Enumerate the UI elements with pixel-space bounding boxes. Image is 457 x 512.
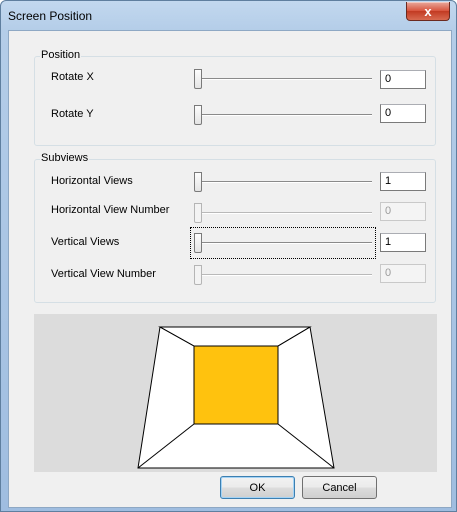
position-group-title: Position — [40, 49, 82, 61]
horizontal-views-label: Horizontal Views — [51, 175, 133, 187]
ok-button[interactable]: OK — [220, 476, 295, 499]
window-title: Screen Position — [8, 9, 93, 23]
horizontal-view-number-input: 0 — [380, 202, 426, 221]
slider-thumb — [194, 203, 202, 223]
close-button[interactable]: x — [406, 2, 450, 21]
slider-track — [194, 242, 372, 244]
rotate-x-input[interactable]: 0 — [380, 70, 426, 89]
rotate-x-slider[interactable] — [194, 67, 372, 91]
vertical-views-label: Vertical Views — [51, 236, 120, 248]
slider-track — [194, 114, 372, 116]
close-icon: x — [424, 3, 432, 19]
screen-rectangle — [193, 345, 279, 425]
horizontal-views-input[interactable]: 1 — [380, 172, 426, 191]
slider-track — [194, 181, 372, 183]
horizontal-view-number-label: Horizontal View Number — [51, 204, 170, 216]
horizontal-view-number-slider — [194, 201, 372, 225]
rotate-x-label: Rotate X — [51, 71, 94, 83]
slider-track — [194, 212, 372, 214]
slider-thumb[interactable] — [194, 233, 202, 253]
slider-thumb[interactable] — [194, 172, 202, 192]
dialog-client-area: Position Rotate X 0 Rotate Y 0 Subviews … — [8, 30, 452, 508]
slider-thumb[interactable] — [194, 69, 202, 89]
slider-thumb — [194, 265, 202, 285]
slider-thumb[interactable] — [194, 105, 202, 125]
screen-preview — [34, 314, 437, 472]
slider-track — [194, 274, 372, 276]
vertical-view-number-label: Vertical View Number — [51, 268, 156, 280]
dialog-window: Screen Position x Position Rotate X 0 Ro… — [0, 0, 457, 512]
vertical-views-input[interactable]: 1 — [380, 233, 426, 252]
vertical-views-slider[interactable] — [190, 227, 376, 259]
vertical-view-number-slider — [194, 263, 372, 287]
vertical-view-number-input: 0 — [380, 264, 426, 283]
rotate-y-label: Rotate Y — [51, 108, 94, 120]
rotate-y-slider[interactable] — [194, 103, 372, 127]
cancel-button[interactable]: Cancel — [302, 476, 377, 499]
horizontal-views-slider[interactable] — [194, 170, 372, 194]
rotate-y-input[interactable]: 0 — [380, 104, 426, 123]
slider-track — [194, 78, 372, 80]
screen-preview-drawing — [137, 326, 335, 469]
subviews-group-title: Subviews — [40, 152, 90, 164]
title-bar[interactable]: Screen Position x — [1, 1, 456, 31]
